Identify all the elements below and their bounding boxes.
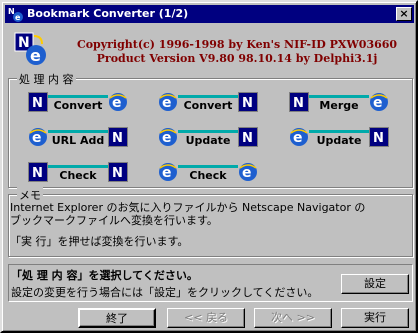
arrow-line bbox=[178, 165, 238, 168]
close-button[interactable]: × bbox=[396, 7, 412, 21]
netscape-icon: N bbox=[238, 127, 258, 147]
settings-button[interactable]: 設定 bbox=[341, 274, 409, 294]
operation-option[interactable]: e N Update bbox=[289, 124, 393, 152]
arrow-line bbox=[309, 95, 369, 98]
memo-line: Internet Explorer のお気に入りファイルから Netscape … bbox=[10, 201, 366, 214]
ie-icon: e bbox=[290, 128, 308, 146]
copyright-text: Copyright(c) 1996-1998 by Ken's NIF-ID P… bbox=[72, 38, 402, 66]
exit-button[interactable]: 終了 bbox=[78, 308, 156, 328]
back-button[interactable]: << 戻る bbox=[167, 308, 245, 328]
title-bar[interactable]: N e Bookmark Converter (1/2) × bbox=[5, 5, 414, 23]
operation-label: Update bbox=[316, 134, 362, 147]
ie-icon: e bbox=[159, 128, 177, 146]
operation-option[interactable]: Ne Merge bbox=[289, 89, 393, 117]
ie-icon: e bbox=[29, 128, 47, 146]
svg-text:N: N bbox=[242, 131, 253, 146]
arrow-line bbox=[309, 130, 369, 133]
svg-text:e: e bbox=[30, 46, 41, 65]
operation-option[interactable]: Ne Convert bbox=[28, 89, 132, 117]
operation-option[interactable]: N N Check bbox=[28, 159, 132, 187]
operation-label: Check bbox=[59, 169, 97, 182]
app-icon: N e bbox=[7, 6, 23, 22]
operation-option[interactable]: e e Check bbox=[158, 159, 262, 187]
operation-label: Merge bbox=[319, 99, 359, 112]
operation-label: URL Add bbox=[51, 134, 105, 147]
svg-text:e: e bbox=[162, 165, 172, 181]
operation-option[interactable]: e N Update bbox=[158, 124, 262, 152]
netscape-icon: N bbox=[28, 162, 48, 182]
svg-text:e: e bbox=[373, 95, 383, 111]
svg-text:e: e bbox=[15, 13, 21, 22]
svg-text:N: N bbox=[293, 96, 304, 111]
ie-icon: e bbox=[159, 93, 177, 111]
operation-option[interactable]: e N URL Add bbox=[28, 124, 132, 152]
svg-text:e: e bbox=[162, 130, 172, 146]
operation-option[interactable]: e N Convert bbox=[158, 89, 262, 117]
netscape-icon: N bbox=[108, 162, 128, 182]
memo-line: 「実 行」を押せば変換を行います。 bbox=[10, 235, 189, 248]
svg-text:N: N bbox=[242, 96, 253, 111]
arrow-line bbox=[48, 95, 108, 98]
svg-text:e: e bbox=[32, 130, 42, 146]
svg-text:e: e bbox=[112, 95, 122, 111]
svg-text:e: e bbox=[293, 130, 303, 146]
operation-label: Update bbox=[185, 134, 231, 147]
window-title: Bookmark Converter (1/2) bbox=[27, 7, 189, 20]
svg-text:e: e bbox=[242, 165, 252, 181]
netscape-icon: N bbox=[108, 127, 128, 147]
operation-label: Check bbox=[189, 169, 227, 182]
operations-legend: 処 理 内 容 bbox=[17, 71, 76, 87]
svg-text:N: N bbox=[32, 166, 43, 181]
status-line: 設定の変更を行う場合には「設定」をクリックしてください。 bbox=[11, 286, 319, 299]
svg-text:N: N bbox=[112, 166, 123, 181]
netscape-icon: N bbox=[238, 92, 258, 112]
arrow-line bbox=[178, 130, 238, 133]
memo-text: Internet Explorer のお気に入りファイルから Netscape … bbox=[10, 201, 405, 248]
app-logo: N e bbox=[14, 32, 46, 65]
netscape-icon: N bbox=[289, 92, 309, 112]
next-button[interactable]: 次へ >> bbox=[254, 308, 332, 328]
ie-icon: e bbox=[370, 93, 388, 111]
svg-text:N: N bbox=[373, 131, 384, 146]
netscape-icon: N bbox=[369, 127, 389, 147]
version-line: Product Version V9.80 98.10.14 by Delphi… bbox=[96, 52, 378, 65]
arrow-line bbox=[48, 165, 108, 168]
app-window: N e Bookmark Converter (1/2) × N e Copyr… bbox=[0, 0, 418, 333]
operation-label: Convert bbox=[183, 99, 233, 112]
run-button[interactable]: 実行 bbox=[341, 308, 409, 328]
ie-icon: e bbox=[239, 163, 257, 181]
memo-line: ブックマークファイルへ変換を行います。 bbox=[10, 214, 218, 227]
arrow-line bbox=[178, 95, 238, 98]
netscape-icon: N bbox=[28, 92, 48, 112]
svg-text:N: N bbox=[32, 96, 43, 111]
status-line: 「処 理 内 容」を選択してください。 bbox=[11, 269, 198, 282]
operation-label: Convert bbox=[53, 99, 103, 112]
ie-icon: e bbox=[159, 163, 177, 181]
ie-icon: e bbox=[109, 93, 127, 111]
svg-text:N: N bbox=[112, 131, 123, 146]
copyright-line: Copyright(c) 1996-1998 by Ken's NIF-ID P… bbox=[76, 38, 398, 51]
svg-text:e: e bbox=[162, 95, 172, 111]
arrow-line bbox=[48, 130, 108, 133]
svg-text:N: N bbox=[18, 35, 30, 51]
